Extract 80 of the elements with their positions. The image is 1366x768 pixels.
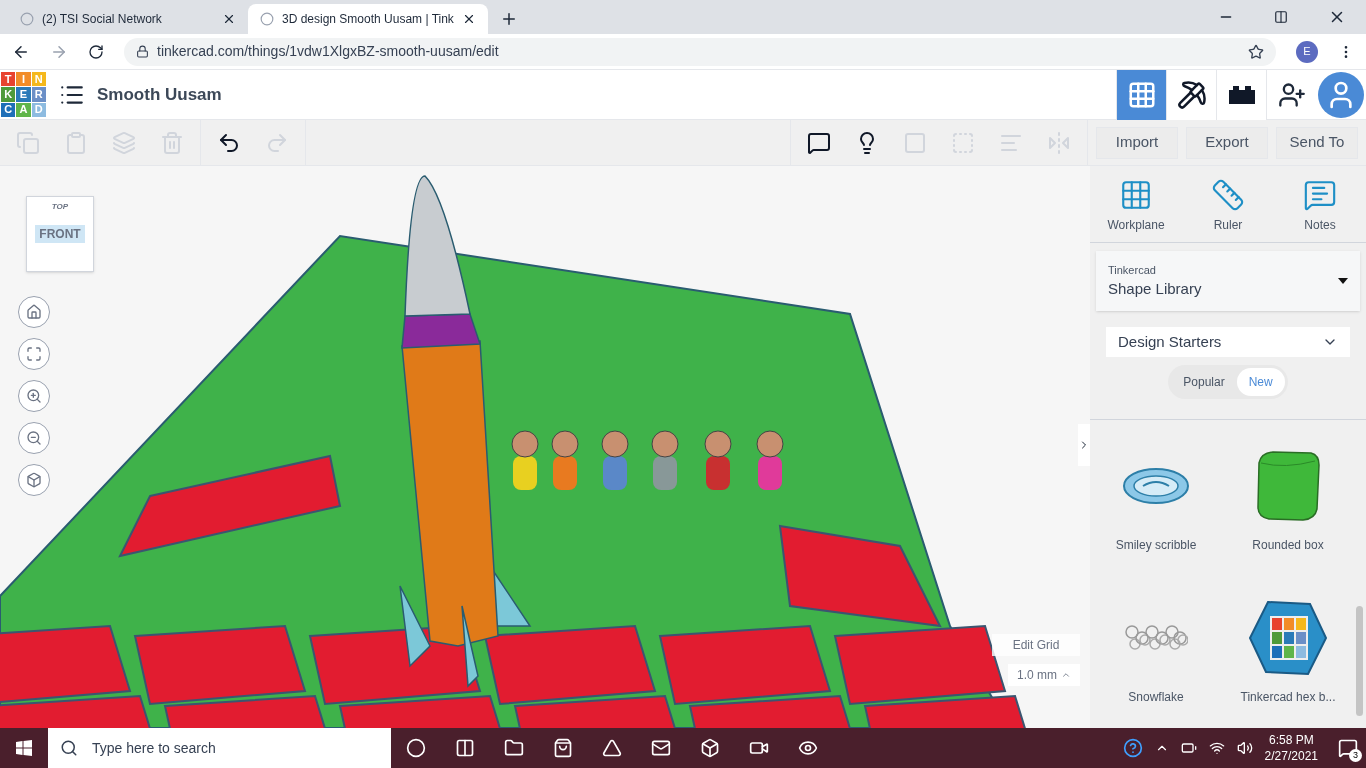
perspective-button[interactable] (18, 464, 50, 496)
search-icon (60, 739, 78, 757)
ruler-icon (1211, 178, 1245, 212)
wifi-icon[interactable] (1208, 740, 1225, 756)
snap-grid-dropdown[interactable]: 1.0 mm (1008, 664, 1080, 686)
tab-title: (2) TSI Social Network (42, 11, 163, 28)
brick-icon (1226, 83, 1257, 106)
view-button[interactable] (1166, 69, 1216, 120)
toolbar-text-button[interactable]: Import (1096, 126, 1178, 159)
scrollbar-thumb[interactable] (1356, 606, 1363, 716)
pickaxe-icon (1176, 79, 1207, 110)
speaker-icon[interactable] (1236, 740, 1253, 756)
note-icon (1303, 178, 1337, 212)
shape-item[interactable]: Rounded box (1222, 436, 1354, 572)
favicon-icon (260, 12, 274, 26)
shape-item[interactable]: Tinkercad hex b... (1222, 588, 1354, 724)
browser-tab[interactable]: 3D design Smooth Uusam | Tink (248, 4, 488, 34)
browser-tab[interactable]: (2) TSI Social Network (8, 4, 248, 34)
taskbar-search-field[interactable]: Type here to search (48, 728, 391, 768)
toolbar-text-button[interactable]: Export (1186, 126, 1268, 159)
box-icon[interactable] (699, 738, 720, 758)
store-bag-icon[interactable] (552, 738, 573, 758)
restore-icon[interactable] (1274, 10, 1288, 24)
close-icon[interactable] (462, 12, 476, 26)
dropdown-label: Tinkercad (1108, 262, 1157, 278)
battery-icon[interactable] (1180, 740, 1197, 756)
shape-item[interactable]: Snowflake (1090, 588, 1222, 724)
category-dropdown[interactable]: Design Starters (1106, 327, 1350, 357)
hex-box-shape-icon (1248, 598, 1328, 678)
reload-icon[interactable] (88, 43, 104, 60)
shape-item[interactable]: Smiley scribble (1090, 436, 1222, 572)
logo-tile[interactable]: E (16, 87, 31, 102)
grid-icon (1119, 178, 1153, 212)
triangle-icon[interactable] (601, 738, 622, 758)
user-avatar[interactable] (1318, 71, 1364, 118)
home-icon (26, 304, 42, 320)
design-title: Smooth Uusam (97, 83, 222, 106)
zoom-out-icon (26, 430, 42, 446)
view-cube[interactable]: TOP FRONT (26, 196, 94, 272)
library-dropdown[interactable]: Tinkercad Shape Library (1096, 251, 1360, 311)
zoom-out-button[interactable] (18, 422, 50, 454)
sort-tab[interactable]: New (1236, 368, 1285, 396)
home-view-button[interactable] (18, 296, 50, 328)
caret-icon (1338, 278, 1348, 284)
fit-icon (26, 346, 42, 362)
profile-avatar[interactable]: E (1296, 40, 1318, 63)
task-view-icon[interactable] (454, 738, 475, 758)
notification-count: 3 (1349, 749, 1362, 762)
folder-icon[interactable] (503, 738, 524, 758)
logo-tile[interactable]: C (1, 102, 16, 117)
address-field[interactable]: tinkercad.com/things/1vdw1XlgxBZ-smooth-uusam/edit (124, 37, 1276, 66)
tool-button[interactable]: Ruler (1188, 178, 1268, 234)
logo-tile[interactable]: T (1, 72, 16, 87)
zoom-in-button[interactable] (18, 380, 50, 412)
view-button[interactable] (1216, 69, 1266, 120)
logo-tile[interactable]: K (1, 87, 16, 102)
dropdown-value: Shape Library (1108, 279, 1203, 299)
zoom-in-icon (26, 388, 42, 404)
edit-grid-button[interactable]: Edit Grid (992, 634, 1080, 656)
clock[interactable]: 6:58 PM 2/27/2021 (1264, 732, 1318, 764)
add-user-icon[interactable] (1277, 80, 1306, 109)
tool-button[interactable]: Workplane (1096, 178, 1176, 234)
cube-face-label: TOP (51, 201, 69, 213)
close-icon[interactable] (222, 12, 236, 26)
favicon-icon (20, 12, 34, 26)
fit-view-button[interactable] (18, 338, 50, 370)
tab-title: 3D design Smooth Uusam | Tink (282, 11, 454, 28)
tool-button[interactable]: Notes (1280, 178, 1360, 234)
cube-icon (26, 472, 42, 488)
windows-logo-icon[interactable] (16, 740, 32, 756)
cube-face-label: FRONT (35, 225, 85, 243)
mail-icon[interactable] (650, 738, 671, 758)
url-text: tinkercad.com/things/1vdw1XlgxBZ-smooth-uusam/edit (157, 42, 499, 61)
new-tab-icon[interactable] (500, 10, 518, 28)
lock-icon (136, 45, 149, 58)
sort-tab[interactable]: Popular (1171, 368, 1237, 396)
help-icon[interactable] (1122, 738, 1143, 758)
toolbar-text-button[interactable]: Send To (1276, 126, 1358, 159)
star-icon[interactable] (1248, 43, 1264, 60)
caret-icon (1061, 670, 1071, 680)
